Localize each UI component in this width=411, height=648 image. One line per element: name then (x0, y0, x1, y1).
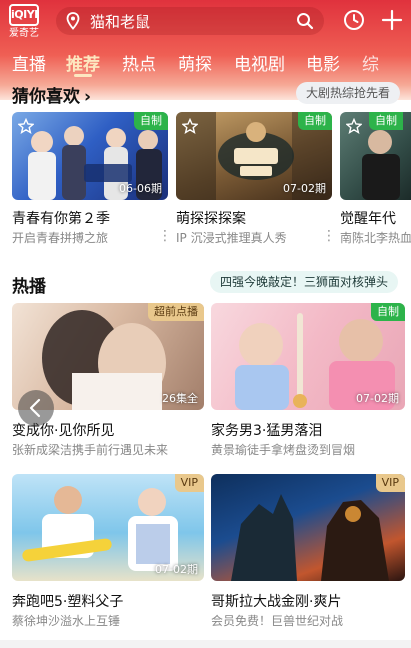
premium-badge: 超前点播 (148, 303, 204, 321)
search-input[interactable]: 猫和老鼠 (90, 11, 296, 32)
tab-recommend[interactable]: 推荐 (66, 50, 100, 75)
magnifier-icon[interactable] (296, 12, 314, 30)
video-thumbnail[interactable]: 自制 06-06期 (12, 112, 168, 200)
vip-badge: VIP (174, 474, 204, 492)
episode-label: 07-02期 (283, 182, 326, 195)
clock-icon[interactable] (343, 9, 365, 31)
video-title[interactable]: 家务男3·猛男落泪 (211, 420, 405, 440)
episode-label: 07-02期 (155, 563, 198, 576)
poster-art (231, 494, 389, 581)
video-thumbnail[interactable]: 自制 07-02期 (211, 303, 405, 410)
iqiyi-logo[interactable]: iQIYI 爱奇艺 (8, 4, 40, 40)
tab-movie[interactable]: 电影 (306, 50, 340, 75)
self-made-badge: 自制 (371, 303, 405, 321)
video-title[interactable]: 哥斯拉大战金刚·爽片 (211, 591, 405, 611)
vertical-dots-icon[interactable]: ⋮ (158, 229, 172, 243)
guess-promo-pill[interactable]: 大剧热综抢先看 (296, 82, 401, 104)
channel-tabs: 直播 推荐 热点 萌探 电视剧 电影 综 (0, 46, 411, 78)
plus-icon[interactable] (381, 9, 403, 31)
video-title[interactable]: 青春有你第２季 (12, 208, 168, 228)
tab-mengtan[interactable]: 萌探 (178, 50, 212, 75)
vip-badge: VIP (375, 474, 405, 492)
video-thumbnail[interactable]: 自制 (340, 112, 411, 200)
self-made-badge: 自制 (369, 112, 403, 130)
video-subtitle: 会员免费！巨兽世纪对战 (211, 614, 344, 628)
logo-mark: iQIYI (9, 4, 39, 26)
tab-tv-series[interactable]: 电视剧 (234, 50, 285, 75)
bottom-divider (0, 640, 411, 648)
video-title[interactable]: 觉醒年代 (340, 208, 411, 228)
self-made-badge: 自制 (298, 112, 332, 130)
episode-label: 07-02期 (356, 392, 399, 405)
video-thumbnail[interactable]: 自制 07-02期 (176, 112, 332, 200)
back-button[interactable] (18, 390, 54, 426)
section-title-guess[interactable]: 猜你喜欢 › (12, 82, 91, 107)
chevron-right-icon: › (84, 87, 92, 107)
tab-live[interactable]: 直播 (12, 50, 46, 75)
vertical-dots-icon[interactable]: ⋮ (322, 229, 336, 243)
tab-hot[interactable]: 热点 (122, 50, 156, 75)
star-icon[interactable] (346, 118, 362, 134)
chevron-left-icon (29, 398, 41, 418)
video-subtitle: 南陈北李热血 (340, 231, 411, 245)
section-title-text: 猜你喜欢 (12, 87, 80, 107)
video-thumbnail[interactable]: VIP 07-02期 (12, 474, 204, 581)
active-tab-indicator (74, 74, 92, 77)
video-subtitle: IP 沉浸式推理真人秀 (176, 231, 287, 245)
section-title-hot[interactable]: 热播 (12, 272, 46, 297)
video-subtitle: 张新成梁洁携手前行遇见未来 (12, 443, 169, 457)
video-subtitle: 开启青春拼搏之旅 (12, 231, 109, 245)
video-title[interactable]: 奔跑吧5·塑料父子 (12, 591, 204, 611)
video-subtitle: 黄景瑜徒手拿烤盘烫到冒烟 (211, 443, 356, 457)
video-title[interactable]: 萌探探探案 (176, 208, 332, 228)
star-icon[interactable] (182, 118, 198, 134)
episode-label: 26集全 (162, 392, 198, 405)
episode-label: 06-06期 (119, 182, 162, 195)
logo-text: 爱奇艺 (9, 28, 39, 39)
video-thumbnail[interactable]: VIP (211, 474, 405, 581)
self-made-badge: 自制 (134, 112, 168, 130)
tab-variety[interactable]: 综 (362, 50, 379, 75)
star-icon[interactable] (18, 118, 34, 134)
location-pin-icon (66, 12, 80, 30)
hot-promo-pill[interactable]: 四强今晚敲定！三狮面对核弹头 (210, 271, 399, 293)
search-bar[interactable]: 猫和老鼠 (56, 7, 324, 35)
video-subtitle: 蔡徐坤沙溢水上互锤 (12, 614, 121, 628)
